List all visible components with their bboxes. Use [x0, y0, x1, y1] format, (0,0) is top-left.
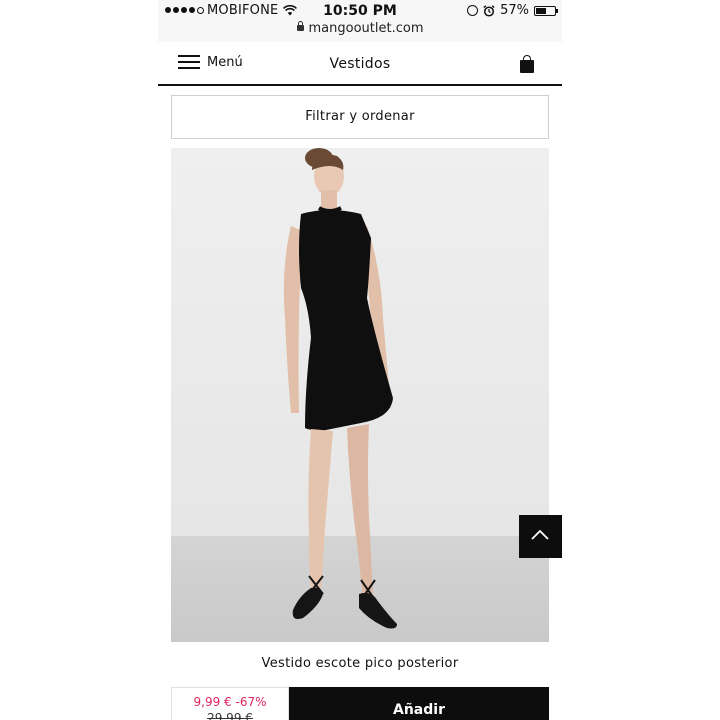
- phone-screen: MOBIFONE 10:50 PM 57% mangooutlet.com Me…: [158, 0, 562, 720]
- alarm-icon: [483, 4, 495, 17]
- product-name[interactable]: Vestido escote pico posterior: [158, 656, 562, 671]
- chevron-up-icon: [531, 529, 549, 540]
- price-box: 9,99 € -67% 29,99 €: [171, 687, 289, 720]
- battery-icon: [534, 5, 558, 16]
- rotation-lock-icon: [467, 5, 479, 16]
- status-bar: MOBIFONE 10:50 PM 57% mangooutlet.com: [158, 0, 562, 42]
- url-text: mangooutlet.com: [308, 21, 424, 36]
- shopping-bag-icon[interactable]: [520, 55, 534, 73]
- menu-label: Menú: [207, 54, 243, 70]
- product-image[interactable]: [171, 148, 549, 642]
- site-header: Menú Vestidos: [158, 42, 562, 86]
- status-right: 57%: [467, 3, 558, 18]
- product-photo: [171, 148, 549, 642]
- battery-percent: 57%: [500, 3, 529, 18]
- lock-icon: [296, 21, 304, 31]
- sale-price: 9,99 € -67%: [193, 695, 267, 709]
- menu-button[interactable]: Menú: [178, 54, 243, 70]
- filter-sort-button[interactable]: Filtrar y ordenar: [171, 95, 549, 139]
- back-to-top-button[interactable]: [519, 515, 562, 558]
- add-to-cart-button[interactable]: Añadir: [289, 687, 549, 720]
- address-bar[interactable]: mangooutlet.com: [158, 21, 562, 36]
- hamburger-icon: [178, 54, 200, 70]
- original-price: 29,99 €: [207, 711, 253, 720]
